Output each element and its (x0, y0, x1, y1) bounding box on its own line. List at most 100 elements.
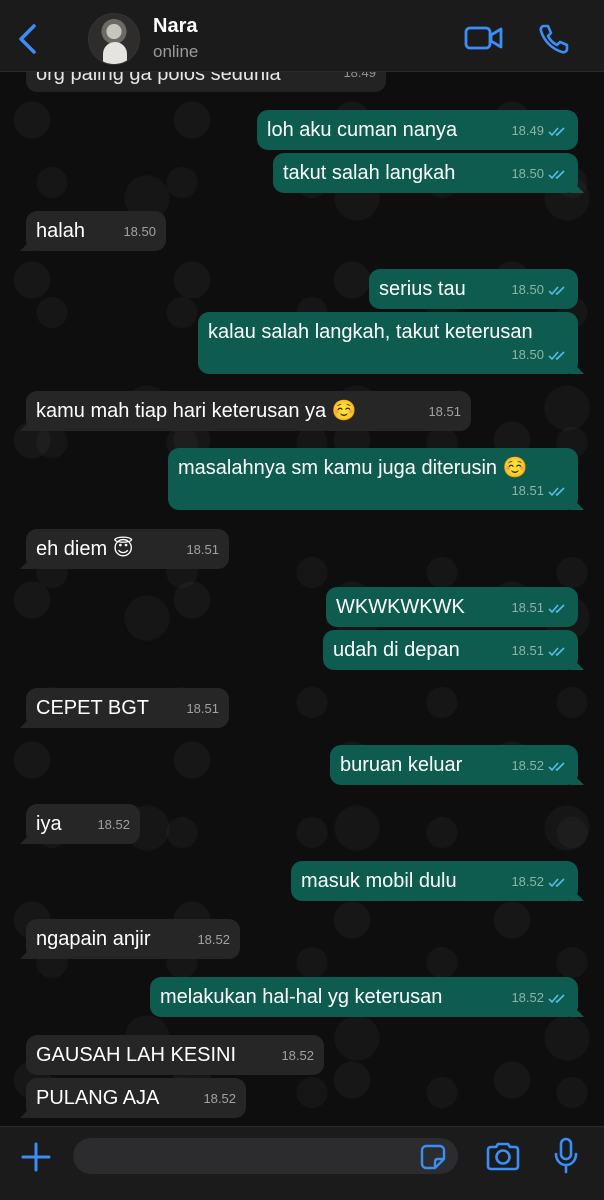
message-text: GAUSAH LAH KESINI (36, 1044, 237, 1066)
camera-icon[interactable] (485, 1141, 521, 1171)
message-text: masuk mobil dulu (301, 870, 457, 892)
message-text: halah (36, 220, 85, 242)
message-meta: 18.50 (511, 162, 568, 186)
message-text: WKWKWKWK (336, 596, 465, 618)
message-time: 18.51 (428, 404, 461, 419)
message-text: buruan keluar (340, 754, 463, 776)
message-meta: 18.51 (186, 538, 219, 562)
phone-icon[interactable] (537, 22, 571, 56)
message-bubble-outgoing[interactable]: udah di depan 18.51 (323, 630, 578, 670)
message-meta: 18.52 (511, 986, 568, 1010)
message-text: eh diem 😇 (36, 538, 134, 560)
message-meta: 18.51 (511, 479, 568, 503)
message-time: 18.52 (511, 758, 544, 773)
message-meta: 18.52 (97, 813, 130, 837)
message-meta: 18.51 (511, 596, 568, 620)
message-meta: 18.50 (511, 343, 568, 367)
message-bubble-incoming[interactable]: org paling ga polos sedunia 18.49 (26, 72, 386, 92)
plus-icon[interactable] (20, 1141, 52, 1173)
message-time: 18.51 (511, 600, 544, 615)
message-meta: 18.52 (203, 1087, 236, 1111)
message-text: melakukan hal-hal yg keterusan (160, 986, 443, 1008)
message-time: 18.51 (511, 483, 544, 498)
message-time: 18.52 (281, 1048, 314, 1063)
read-receipt-icon (548, 877, 565, 887)
message-time: 18.51 (511, 643, 544, 658)
message-time: 18.50 (123, 224, 156, 239)
message-meta: 18.52 (197, 928, 230, 952)
message-bubble-incoming[interactable]: eh diem 😇 18.51 (26, 529, 229, 569)
message-text: kalau salah langkah, takut keterusan (208, 321, 533, 343)
message-bubble-outgoing[interactable]: buruan keluar 18.52 (330, 745, 578, 785)
message-bubble-outgoing[interactable]: WKWKWKWK 18.51 (326, 587, 578, 627)
contact-name[interactable]: Nara (153, 15, 197, 38)
message-bubble-outgoing[interactable]: takut salah langkah 18.50 (273, 153, 578, 193)
message-time: 18.52 (97, 817, 130, 832)
message-composer (0, 1126, 604, 1200)
message-text: PULANG AJA (36, 1087, 160, 1109)
message-time: 18.50 (511, 347, 544, 362)
message-bubble-incoming[interactable]: GAUSAH LAH KESINI 18.52 (26, 1035, 324, 1075)
message-text: ngapain anjir (36, 928, 151, 950)
message-text: loh aku cuman nanya (267, 119, 458, 141)
message-meta: 18.50 (123, 220, 156, 244)
message-meta: 18.52 (511, 754, 568, 778)
contact-status: online (153, 42, 199, 61)
message-text: takut salah langkah (283, 162, 456, 184)
read-receipt-icon (548, 761, 565, 771)
message-time: 18.51 (186, 701, 219, 716)
message-text: kamu mah tiap hari keterusan ya ☺️ (36, 400, 357, 422)
message-time: 18.49 (511, 123, 544, 138)
message-input[interactable] (73, 1138, 458, 1174)
message-bubble-outgoing[interactable]: serius tau 18.50 (369, 269, 578, 309)
message-meta: 18.49 (343, 72, 376, 85)
message-bubble-incoming[interactable]: PULANG AJA 18.52 (26, 1078, 246, 1118)
message-meta: 18.52 (511, 870, 568, 894)
message-text: iya (36, 813, 62, 835)
read-receipt-icon (548, 169, 565, 179)
message-meta: 18.50 (511, 278, 568, 302)
message-time: 18.50 (511, 282, 544, 297)
read-receipt-icon (548, 603, 565, 613)
message-meta: 18.51 (186, 697, 219, 721)
read-receipt-icon (548, 486, 565, 496)
message-bubble-outgoing[interactable]: masalahnya sm kamu juga diterusin ☺️ 18.… (168, 448, 578, 510)
message-time: 18.52 (197, 932, 230, 947)
message-bubble-incoming[interactable]: CEPET BGT 18.51 (26, 688, 229, 728)
message-text: CEPET BGT (36, 697, 149, 719)
message-meta: 18.52 (281, 1044, 314, 1068)
microphone-icon[interactable] (553, 1137, 579, 1175)
message-text: udah di depan (333, 639, 460, 661)
chevron-left-icon[interactable] (14, 22, 44, 56)
message-bubble-outgoing[interactable]: loh aku cuman nanya 18.49 (257, 110, 578, 150)
message-meta: 18.49 (511, 119, 568, 143)
message-list[interactable]: org paling ga polos sedunia 18.49 loh ak… (0, 72, 604, 1126)
read-receipt-icon (548, 646, 565, 656)
message-meta: 18.51 (511, 639, 568, 663)
message-bubble-incoming[interactable]: kamu mah tiap hari keterusan ya ☺️ 18.51 (26, 391, 471, 431)
message-bubble-incoming[interactable]: iya 18.52 (26, 804, 140, 844)
read-receipt-icon (548, 126, 565, 136)
video-camera-icon[interactable] (464, 24, 504, 52)
message-time: 18.50 (511, 166, 544, 181)
message-time: 18.52 (511, 874, 544, 889)
read-receipt-icon (548, 350, 565, 360)
message-bubble-outgoing[interactable]: melakukan hal-hal yg keterusan 18.52 (150, 977, 578, 1017)
message-time: 18.51 (186, 542, 219, 557)
message-meta: 18.51 (428, 400, 461, 424)
read-receipt-icon (548, 993, 565, 1003)
avatar[interactable] (88, 13, 140, 65)
chat-header: Nara online (0, 0, 604, 72)
message-bubble-incoming[interactable]: halah 18.50 (26, 211, 166, 251)
message-text: masalahnya sm kamu juga diterusin ☺️ (178, 457, 528, 479)
sticker-icon[interactable] (420, 1144, 446, 1170)
message-time: 18.52 (203, 1091, 236, 1106)
message-time: 18.49 (343, 72, 376, 80)
message-text: org paling ga polos sedunia (36, 72, 281, 85)
message-bubble-outgoing[interactable]: kalau salah langkah, takut keterusan 18.… (198, 312, 578, 374)
message-bubble-outgoing[interactable]: masuk mobil dulu 18.52 (291, 861, 578, 901)
read-receipt-icon (548, 285, 565, 295)
message-text: serius tau (379, 278, 466, 300)
message-bubble-incoming[interactable]: ngapain anjir 18.52 (26, 919, 240, 959)
message-time: 18.52 (511, 990, 544, 1005)
